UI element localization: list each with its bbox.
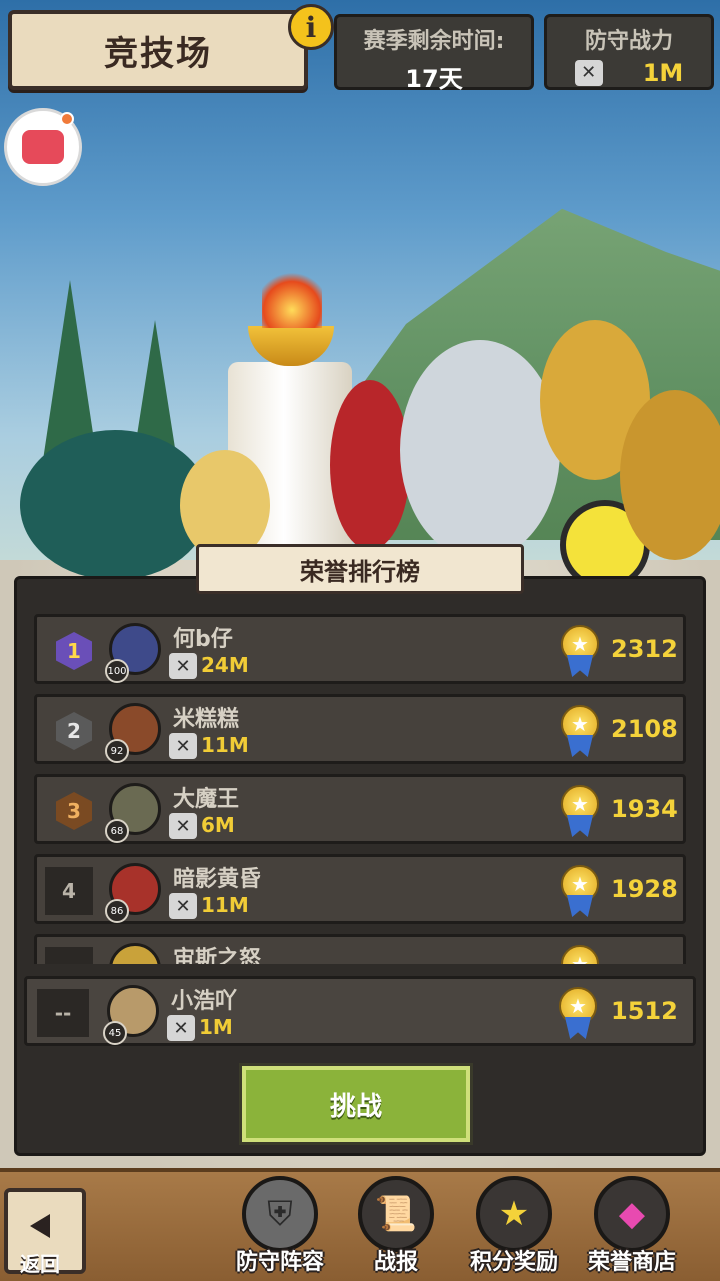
rank-number	[45, 947, 93, 964]
nav-label: 战报	[373, 1250, 418, 1275]
hero-paladin	[400, 340, 560, 560]
flame	[262, 268, 322, 328]
leaderboard-row[interactable]: 宙斯之怒 ★	[34, 934, 686, 964]
medal-icon: ★	[559, 705, 601, 757]
level-badge: 100	[105, 659, 129, 683]
page-title: 竞技场	[104, 33, 212, 74]
player-name: 大魔王	[173, 787, 240, 812]
rank-number: 4	[45, 867, 93, 915]
crossed-swords-icon: ✕	[169, 813, 197, 839]
player-power: 24M	[201, 653, 249, 677]
defense-power-box: 防守战力 ✕ 1M	[544, 14, 714, 90]
player-name: 何b仔	[173, 627, 233, 652]
player-power: 11M	[201, 733, 249, 757]
nav-label: 防守阵容	[235, 1250, 324, 1275]
level-badge: 92	[105, 739, 129, 763]
level-badge: 68	[105, 819, 129, 843]
rank-number: 3	[56, 792, 92, 830]
player-name: 暗影黄昏	[173, 867, 262, 892]
medal-icon: ★	[476, 1176, 552, 1252]
defense-power-value: 1M	[642, 59, 684, 87]
notification-dot	[60, 112, 74, 126]
medal-icon: ★	[559, 625, 601, 677]
leaderboard-row[interactable]: 2 92 米糕糕 ✕ 11M ★ 2108	[34, 694, 686, 764]
gems-icon: ◆	[594, 1176, 670, 1252]
nav-defense-lineup[interactable]: ⛨ 防守阵容	[220, 1172, 340, 1280]
crossed-swords-icon: ✕	[169, 653, 197, 679]
player-power: 11M	[201, 893, 249, 917]
medal-icon: ★	[557, 987, 599, 1039]
level-badge: 86	[105, 899, 129, 923]
nav-battle-report[interactable]: 📜 战报	[336, 1172, 456, 1280]
leaderboard-row[interactable]: 3 68 大魔王 ✕ 6M ★ 1934	[34, 774, 686, 844]
leaderboard-row[interactable]: 4 86 暗影黄昏 ✕ 11M ★ 1928	[34, 854, 686, 924]
player-score: 1928	[611, 875, 678, 903]
leaderboard-row[interactable]: 1 100 何b仔 ✕ 24M ★ 2312	[34, 614, 686, 684]
player-score: 2108	[611, 715, 678, 743]
back-label: 返回	[20, 1252, 60, 1276]
crossed-swords-icon: ✕	[169, 733, 197, 759]
rank-number: --	[37, 989, 89, 1037]
avatar	[109, 943, 161, 964]
medal-icon: ★	[559, 865, 601, 917]
nav-label: 积分奖励	[469, 1250, 558, 1275]
nav-points-reward[interactable]: ★ 积分奖励	[454, 1172, 574, 1280]
nav-honor-shop[interactable]: ◆ 荣誉商店	[572, 1172, 692, 1280]
scroll-icon: 📜	[358, 1176, 434, 1252]
player-score: 1512	[611, 997, 678, 1025]
rank-number: 1	[56, 632, 92, 670]
leaderboard-row-partial[interactable]: 宙斯之怒 ★	[34, 934, 686, 964]
challenge-button[interactable]: 挑战	[239, 1063, 473, 1145]
page-title-plate: 竞技场	[8, 10, 308, 90]
hero-gold-knight	[620, 390, 720, 560]
rank-badge-silver: 2	[45, 709, 103, 753]
player-score: 2312	[611, 635, 678, 663]
rank-badge-bronze: 3	[45, 789, 103, 833]
chat-monster-icon	[22, 130, 64, 164]
defense-power-label: 防守战力	[584, 29, 673, 54]
player-power: 6M	[201, 813, 235, 837]
player-name: 宙斯之怒	[173, 947, 262, 964]
defense-power-row: ✕ 1M	[547, 59, 711, 87]
season-time-label: 赛季剩余时间:	[363, 29, 505, 54]
season-time-value: 17天	[405, 65, 463, 93]
leaderboard-title: 荣誉排行榜	[196, 544, 524, 594]
crossed-swords-icon: ✕	[169, 893, 197, 919]
season-time-box: 赛季剩余时间: 17天	[334, 14, 534, 93]
rank-badge-gold: 1	[45, 629, 103, 673]
shield-swords-icon: ⛨	[242, 1176, 318, 1252]
info-icon[interactable]: i	[288, 4, 334, 50]
my-rank-row[interactable]: -- 45 小浩吖 ✕ 1M ★ 1512	[24, 976, 696, 1046]
crossed-swords-icon: ✕	[574, 60, 603, 86]
rank-number: 2	[56, 712, 92, 750]
player-score: 1934	[611, 795, 678, 823]
medal-icon: ★	[559, 785, 601, 837]
player-name: 米糕糕	[173, 707, 240, 732]
back-arrow-icon	[30, 1214, 50, 1238]
nav-label: 荣誉商店	[587, 1250, 676, 1275]
hero-king	[330, 380, 410, 550]
level-badge: 45	[103, 1021, 127, 1045]
crossed-swords-icon: ✕	[167, 1015, 195, 1041]
player-power: 1M	[199, 1015, 233, 1039]
player-name: 小浩吖	[171, 989, 238, 1014]
medal-icon: ★	[559, 945, 601, 964]
